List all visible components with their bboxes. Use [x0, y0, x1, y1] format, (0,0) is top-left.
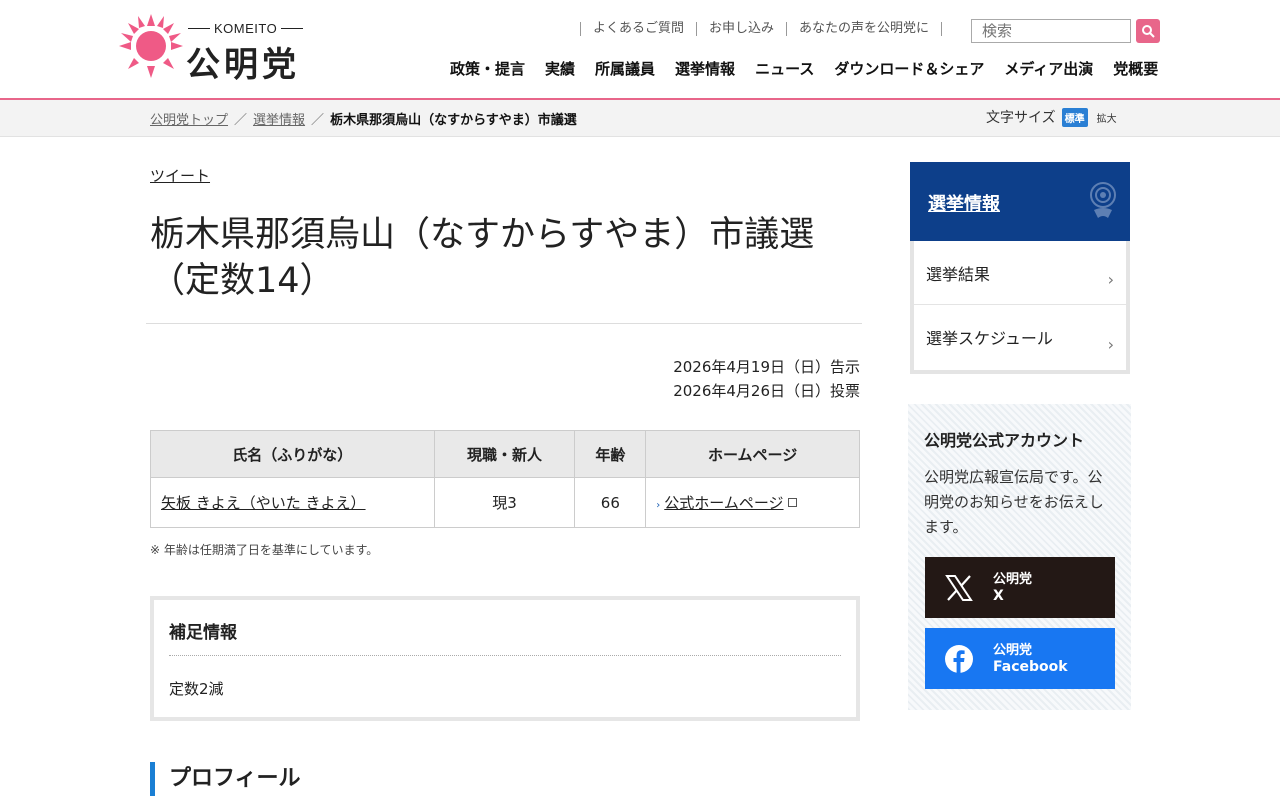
nav-achievements[interactable]: 実績: [545, 58, 575, 79]
voting-date: 2026年4月26日（日）投票: [673, 382, 860, 400]
sidebar-menu: 選挙結果 › 選挙スケジュール ›: [910, 241, 1130, 374]
search-button[interactable]: [1136, 19, 1160, 43]
x-logo-icon: [945, 574, 973, 601]
font-size-large-button[interactable]: 拡大: [1094, 108, 1120, 127]
homepage-link[interactable]: 公式ホームページ: [664, 494, 783, 512]
chevron-right-icon: ›: [1107, 270, 1114, 289]
supplement-box: 補足情報 定数2減: [150, 596, 860, 721]
facebook-account-label: Facebook: [993, 658, 1068, 675]
title-divider: [146, 323, 862, 324]
site-logo[interactable]: KOMEITO 公明党: [118, 12, 318, 85]
breadcrumb: 公明党トップ ／ 選挙情報 ／ 栃木県那須烏山（なすからすやま）市議選: [150, 109, 577, 128]
rose-emblem-icon: [1090, 182, 1116, 218]
account-heading: 公明党公式アカウント: [924, 431, 1085, 450]
global-nav: 政策・提言 実績 所属議員 選挙情報 ニュース ダウンロード＆シェア メディア出…: [450, 58, 1158, 79]
candidate-name-link[interactable]: 矢板 きよえ（やいた きよえ）: [161, 494, 366, 512]
faq-link[interactable]: よくあるご質問: [580, 22, 696, 36]
font-size-label: 文字サイズ: [986, 110, 1056, 126]
supplement-heading: 補足情報: [169, 618, 841, 656]
table-header-row: 氏名（ふりがな） 現職・新人 年齢 ホームページ: [150, 430, 860, 478]
chevron-right-icon: ›: [1107, 334, 1114, 354]
facebook-logo-icon: [945, 644, 973, 673]
x-account-name: 公明党: [993, 571, 1033, 587]
column-header-status: 現職・新人: [433, 430, 576, 478]
utility-links: よくあるご質問 お申し込み あなたの声を公明党に: [580, 22, 943, 36]
search-input[interactable]: [971, 19, 1131, 43]
nav-elections[interactable]: 選挙情報: [675, 58, 735, 79]
nav-news[interactable]: ニュース: [755, 58, 814, 79]
age-note: ※ 年齢は任期満了日を基準にしています。: [150, 543, 379, 557]
logo-wordmark: 公明党: [186, 45, 300, 85]
tweet-link[interactable]: ツイート: [150, 165, 210, 186]
facebook-account-name: 公明党: [993, 642, 1033, 658]
site-header: KOMEITO 公明党 よくあるご質問 お申し込み あなたの声を公明党に 政策・…: [0, 0, 1280, 100]
font-size-standard-button[interactable]: 標準: [1061, 107, 1088, 127]
breadcrumb-elections[interactable]: 選挙情報: [253, 109, 305, 128]
nav-media[interactable]: メディア出演: [1004, 58, 1093, 79]
sidebar-item-results[interactable]: 選挙結果 ›: [914, 241, 1126, 305]
nav-download-share[interactable]: ダウンロード＆シェア: [834, 58, 984, 79]
nav-policy[interactable]: 政策・提言: [450, 58, 525, 79]
external-link-icon: [787, 498, 797, 507]
column-header-age: 年齢: [574, 430, 647, 478]
candidate-status: 現3: [433, 477, 576, 528]
sidebar-heading-box: 選挙情報: [910, 162, 1130, 241]
x-account-button[interactable]: 公明党 X: [925, 557, 1115, 618]
breadcrumb-separator: ／: [234, 113, 248, 128]
sun-logo-icon: [119, 14, 183, 78]
chevron-right-icon: ›: [656, 500, 661, 511]
nav-about[interactable]: 党概要: [1113, 58, 1158, 79]
supplement-text: 定数2減: [169, 680, 224, 698]
page-title: 栃木県那須烏山（なすからすやま）市議選（定数14）: [150, 215, 815, 301]
column-header-name: 氏名（ふりがな）: [150, 430, 435, 478]
nav-members[interactable]: 所属議員: [595, 58, 655, 79]
election-dates: 2026年4月19日（日）告示 2026年4月26日（日）投票: [673, 355, 860, 403]
profile-heading: プロフィール: [150, 762, 301, 796]
font-size-control: 文字サイズ 標準 拡大: [986, 107, 1120, 127]
table-row: 矢板 きよえ（やいた きよえ） 現3 66 › 公式ホームページ: [150, 477, 860, 528]
sidebar-item-label: 選挙スケジュール: [926, 329, 1053, 348]
sidebar-item-label: 選挙結果: [926, 264, 991, 284]
sidebar-item-schedule[interactable]: 選挙スケジュール ›: [914, 305, 1126, 369]
search-icon: [1142, 25, 1155, 38]
breadcrumb-current: 栃木県那須烏山（なすからすやま）市議選: [330, 113, 577, 128]
x-account-label: X: [993, 587, 1004, 604]
feedback-link[interactable]: あなたの声を公明党に: [786, 22, 943, 36]
column-header-homepage: ホームページ: [645, 430, 860, 478]
sidebar-heading-link[interactable]: 選挙情報: [928, 190, 1000, 216]
official-account-box: 公明党公式アカウント 公明党広報宣伝局です。公明党のお知らせをお伝えします。 公…: [908, 404, 1131, 710]
breadcrumb-bar: 公明党トップ ／ 選挙情報 ／ 栃木県那須烏山（なすからすやま）市議選 文字サイ…: [0, 100, 1280, 137]
account-description: 公明党広報宣伝局です。公明党のお知らせをお伝えします。: [924, 468, 1104, 536]
breadcrumb-home[interactable]: 公明党トップ: [150, 109, 228, 128]
candidate-age: 66: [574, 477, 647, 528]
logo-subtitle: KOMEITO: [188, 21, 303, 36]
candidates-table: 氏名（ふりがな） 現職・新人 年齢 ホームページ 矢板 きよえ（やいた きよえ）…: [150, 430, 860, 528]
breadcrumb-separator: ／: [311, 113, 325, 128]
facebook-account-button[interactable]: 公明党 Facebook: [925, 628, 1115, 689]
announcement-date: 2026年4月19日（日）告示: [673, 358, 860, 376]
apply-link[interactable]: お申し込み: [696, 22, 786, 36]
